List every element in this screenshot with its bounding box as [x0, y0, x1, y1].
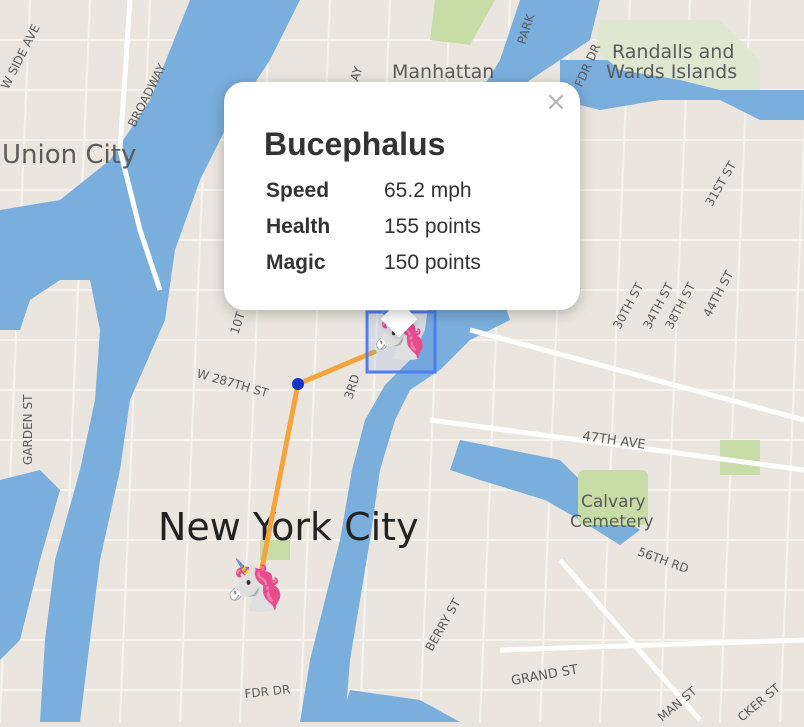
stat-label: Health [266, 215, 331, 238]
label-manhattan: Manhattan [392, 61, 494, 83]
stat-label: Speed [266, 179, 330, 202]
route-waypoint[interactable] [292, 378, 304, 390]
unicorn-marker-start[interactable]: 🦄 [224, 560, 286, 610]
stat-value: 155 points [384, 215, 481, 238]
table-row: Magic 150 points [266, 250, 481, 286]
label-calvary-2: Cemetery [570, 512, 654, 532]
stat-value: 150 points [384, 251, 481, 274]
unicorn-icon: 🦄 [224, 557, 287, 613]
stat-label: Magic [266, 251, 326, 274]
info-popup: × Bucephalus Speed 65.2 mph Health 155 p… [224, 82, 580, 310]
close-icon[interactable]: × [544, 89, 568, 115]
label-calvary-1: Calvary [581, 492, 646, 512]
table-row: Speed 65.2 mph [266, 178, 481, 214]
table-row: Health 155 points [266, 214, 481, 250]
stat-value: 65.2 mph [384, 179, 472, 202]
label-randalls-1: Randalls and [612, 41, 734, 63]
label-randalls-2: Wards Islands [606, 61, 737, 83]
label-garden-st: GARDEN ST [21, 394, 35, 465]
stats-table: Speed 65.2 mph Health 155 points Magic 1… [266, 178, 481, 286]
popup-title: Bucephalus [264, 126, 446, 162]
label-new-york-city: New York City [158, 505, 419, 549]
label-union-city: Union City [2, 140, 136, 170]
